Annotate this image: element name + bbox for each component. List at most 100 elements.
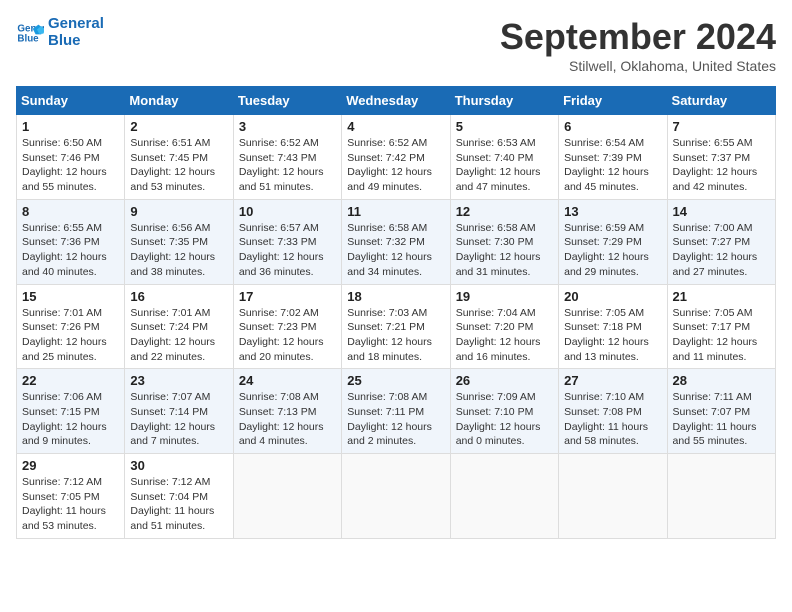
calendar-cell: 16Sunrise: 7:01 AMSunset: 7:24 PMDayligh… [125,284,233,369]
day-info: Sunrise: 7:12 AMSunset: 7:04 PMDaylight:… [130,475,227,534]
calendar-cell: 22 Sunrise: 7:06 AMSunset: 7:15 PMDayligh… [17,369,125,454]
calendar-cell [233,454,341,539]
day-number: 11 [347,204,444,219]
svg-text:Blue: Blue [17,33,39,44]
calendar-cell: 3 Sunrise: 6:52 AMSunset: 7:43 PMDaylight… [233,115,341,200]
day-info: Sunrise: 7:08 AMSunset: 7:13 PMDaylight:… [239,390,336,449]
title-area: September 2024 Stilwell, Oklahoma, Unite… [500,16,776,74]
day-number: 9 [130,204,227,219]
day-header-saturday: Saturday [667,87,775,115]
day-number: 12 [456,204,553,219]
calendar-table: SundayMondayTuesdayWednesdayThursdayFrid… [16,86,776,539]
day-number: 3 [239,119,336,134]
day-number: 2 [130,119,227,134]
day-number: 14 [673,204,770,219]
day-number: 15 [22,289,119,304]
day-number: 5 [456,119,553,134]
day-number: 16 [130,289,227,304]
calendar-cell: 9Sunrise: 6:56 AMSunset: 7:35 PMDaylight… [125,199,233,284]
calendar-cell [342,454,450,539]
day-info: Sunrise: 6:57 AMSunset: 7:33 PMDaylight:… [239,221,336,280]
day-info: Sunrise: 7:11 AMSunset: 7:07 PMDaylight:… [673,390,770,449]
day-info: Sunrise: 7:05 AMSunset: 7:17 PMDaylight:… [673,306,770,365]
day-info: Sunrise: 6:53 AMSunset: 7:40 PMDaylight:… [456,136,553,195]
calendar-cell [667,454,775,539]
calendar-cell: 14 Sunrise: 7:00 AMSunset: 7:27 PMDayligh… [667,199,775,284]
day-number: 6 [564,119,661,134]
day-info: Sunrise: 7:03 AMSunset: 7:21 PMDaylight:… [347,306,444,365]
day-info: Sunrise: 6:51 AMSunset: 7:45 PMDaylight:… [130,136,227,195]
calendar-cell: 30 Sunrise: 7:12 AMSunset: 7:04 PMDayligh… [125,454,233,539]
day-info: Sunrise: 6:50 AMSunset: 7:46 PMDaylight:… [22,136,119,195]
logo-general: General [48,16,104,33]
day-header-thursday: Thursday [450,87,558,115]
calendar-week-5: 29Sunrise: 7:12 AMSunset: 7:05 PMDayligh… [17,454,776,539]
day-info: Sunrise: 6:55 AMSunset: 7:37 PMDaylight:… [673,136,770,195]
day-info: Sunrise: 6:58 AMSunset: 7:32 PMDaylight:… [347,221,444,280]
day-number: 20 [564,289,661,304]
day-info: Sunrise: 7:07 AMSunset: 7:14 PMDaylight:… [130,390,227,449]
page-header: General Blue General Blue September 2024… [16,16,776,74]
day-number: 8 [22,204,119,219]
calendar-cell: 19 Sunrise: 7:04 AMSunset: 7:20 PMDayligh… [450,284,558,369]
day-number: 4 [347,119,444,134]
calendar-week-3: 15 Sunrise: 7:01 AMSunset: 7:26 PMDayligh… [17,284,776,369]
calendar-cell: 6 Sunrise: 6:54 AMSunset: 7:39 PMDaylight… [559,115,667,200]
calendar-cell: 10 Sunrise: 6:57 AMSunset: 7:33 PMDayligh… [233,199,341,284]
calendar-cell: 25 Sunrise: 7:08 AMSunset: 7:11 PMDayligh… [342,369,450,454]
calendar-cell: 7 Sunrise: 6:55 AMSunset: 7:37 PMDaylight… [667,115,775,200]
day-number: 7 [673,119,770,134]
day-number: 18 [347,289,444,304]
logo-icon: General Blue [16,19,44,47]
calendar-cell: 13Sunrise: 6:59 AMSunset: 7:29 PMDayligh… [559,199,667,284]
day-info: Sunrise: 7:02 AMSunset: 7:23 PMDaylight:… [239,306,336,365]
calendar-cell: 4Sunrise: 6:52 AMSunset: 7:42 PMDaylight… [342,115,450,200]
day-info: Sunrise: 6:54 AMSunset: 7:39 PMDaylight:… [564,136,661,195]
calendar-cell: 28 Sunrise: 7:11 AMSunset: 7:07 PMDayligh… [667,369,775,454]
calendar-cell: 12 Sunrise: 6:58 AMSunset: 7:30 PMDayligh… [450,199,558,284]
calendar-week-2: 8Sunrise: 6:55 AMSunset: 7:36 PMDaylight… [17,199,776,284]
calendar-cell: 2 Sunrise: 6:51 AMSunset: 7:45 PMDaylight… [125,115,233,200]
day-number: 27 [564,373,661,388]
day-number: 22 [22,373,119,388]
day-number: 28 [673,373,770,388]
calendar-cell: 27 Sunrise: 7:10 AMSunset: 7:08 PMDayligh… [559,369,667,454]
day-info: Sunrise: 6:52 AMSunset: 7:43 PMDaylight:… [239,136,336,195]
days-header-row: SundayMondayTuesdayWednesdayThursdayFrid… [17,87,776,115]
day-header-friday: Friday [559,87,667,115]
day-info: Sunrise: 6:58 AMSunset: 7:30 PMDaylight:… [456,221,553,280]
day-number: 17 [239,289,336,304]
day-number: 30 [130,458,227,473]
day-number: 21 [673,289,770,304]
month-title: September 2024 [500,16,776,58]
day-header-wednesday: Wednesday [342,87,450,115]
day-info: Sunrise: 7:08 AMSunset: 7:11 PMDaylight:… [347,390,444,449]
day-info: Sunrise: 7:10 AMSunset: 7:08 PMDaylight:… [564,390,661,449]
day-number: 24 [239,373,336,388]
day-number: 1 [22,119,119,134]
calendar-cell: 24 Sunrise: 7:08 AMSunset: 7:13 PMDayligh… [233,369,341,454]
calendar-cell: 11 Sunrise: 6:58 AMSunset: 7:32 PMDayligh… [342,199,450,284]
day-info: Sunrise: 7:00 AMSunset: 7:27 PMDaylight:… [673,221,770,280]
day-info: Sunrise: 7:06 AMSunset: 7:15 PMDaylight:… [22,390,119,449]
calendar-cell: 20 Sunrise: 7:05 AMSunset: 7:18 PMDayligh… [559,284,667,369]
logo: General Blue General Blue [16,16,104,49]
day-info: Sunrise: 7:09 AMSunset: 7:10 PMDaylight:… [456,390,553,449]
day-number: 10 [239,204,336,219]
day-info: Sunrise: 7:01 AMSunset: 7:26 PMDaylight:… [22,306,119,365]
calendar-cell: 5 Sunrise: 6:53 AMSunset: 7:40 PMDaylight… [450,115,558,200]
calendar-cell: 8Sunrise: 6:55 AMSunset: 7:36 PMDaylight… [17,199,125,284]
calendar-cell: 17 Sunrise: 7:02 AMSunset: 7:23 PMDayligh… [233,284,341,369]
calendar-week-1: 1 Sunrise: 6:50 AMSunset: 7:46 PMDaylight… [17,115,776,200]
day-number: 25 [347,373,444,388]
day-header-monday: Monday [125,87,233,115]
day-number: 23 [130,373,227,388]
day-number: 19 [456,289,553,304]
day-info: Sunrise: 7:05 AMSunset: 7:18 PMDaylight:… [564,306,661,365]
logo-blue: Blue [48,33,104,50]
calendar-cell [559,454,667,539]
day-info: Sunrise: 7:04 AMSunset: 7:20 PMDaylight:… [456,306,553,365]
calendar-week-4: 22 Sunrise: 7:06 AMSunset: 7:15 PMDayligh… [17,369,776,454]
calendar-cell: 23 Sunrise: 7:07 AMSunset: 7:14 PMDayligh… [125,369,233,454]
calendar-cell: 29Sunrise: 7:12 AMSunset: 7:05 PMDayligh… [17,454,125,539]
